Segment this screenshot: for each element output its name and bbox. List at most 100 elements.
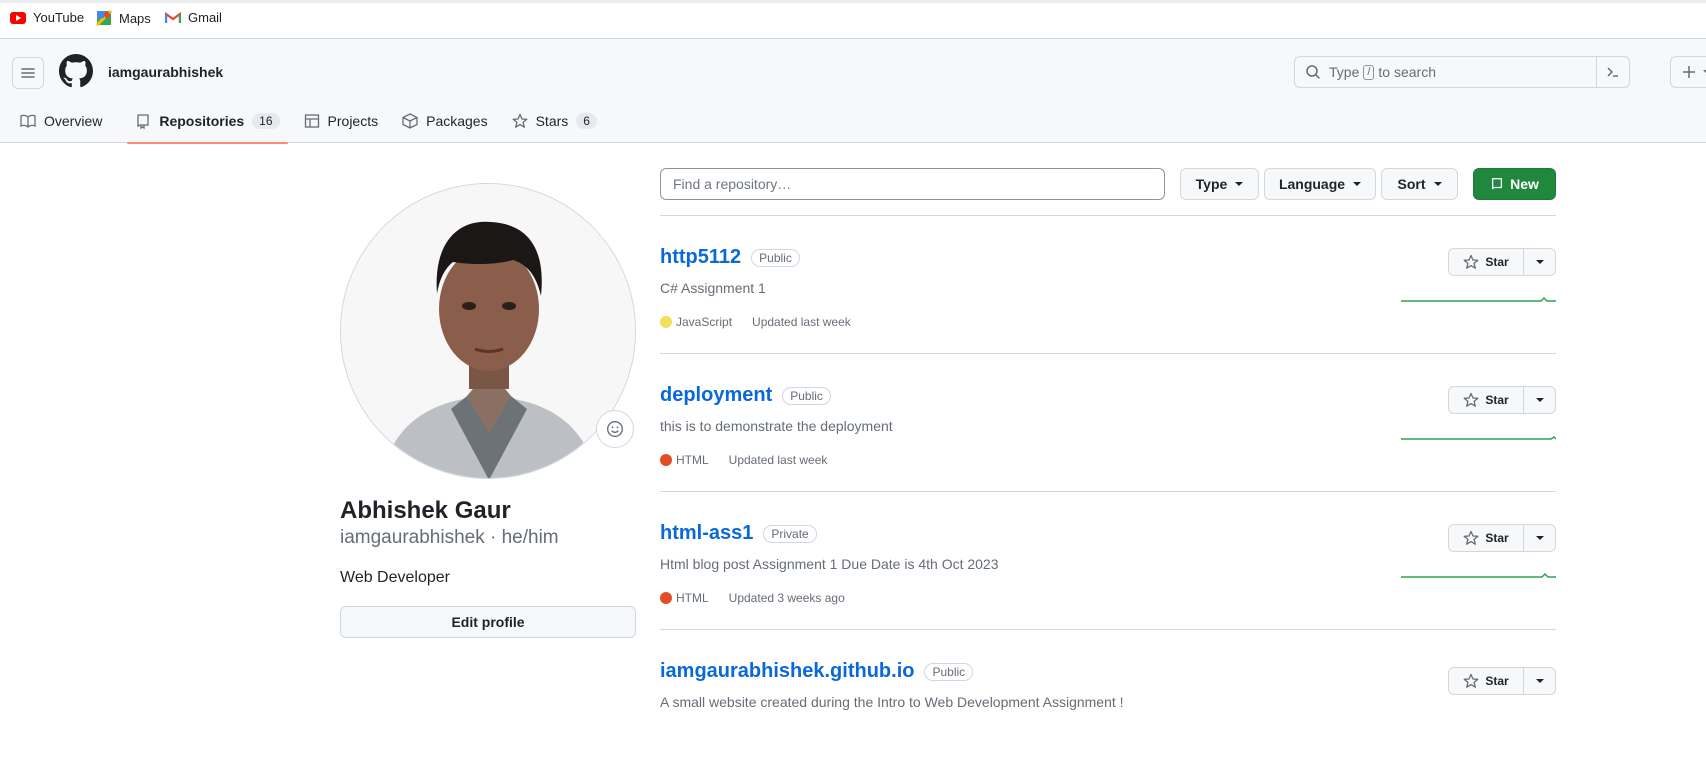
github-header: iamgaurabhishek Type / to search Overvie… [0, 39, 1706, 144]
repo-language: HTML [660, 591, 709, 605]
star-icon [1463, 392, 1479, 407]
repo-name-link[interactable]: deployment [660, 384, 772, 407]
repo-description: this is to demonstrate the deployment [660, 418, 893, 434]
repo-description: C# Assignment 1 [660, 280, 766, 296]
bookmark-label: YouTube [33, 10, 85, 25]
repo-name-link[interactable]: iamgaurabhishek.github.io [660, 660, 914, 683]
bookmarks-bar: YouTube Maps Gmail [0, 0, 1706, 39]
chevron-down-icon [1535, 398, 1544, 402]
star-list-dropdown[interactable] [1524, 668, 1555, 694]
chevron-down-icon [1433, 182, 1442, 186]
repo-name-link[interactable]: html-ass1 [660, 522, 753, 545]
star-label: Star [1485, 531, 1509, 545]
menu-button[interactable] [12, 57, 44, 89]
gmail-icon [165, 11, 181, 23]
star-button[interactable]: Star [1449, 525, 1524, 551]
terminal-icon [1607, 67, 1618, 77]
type-filter-button[interactable]: Type [1180, 168, 1259, 200]
search-placeholder-prefix: Type [1329, 64, 1360, 80]
repo-language: HTML [660, 453, 709, 467]
chevron-down-icon [1535, 260, 1544, 264]
chevron-down-icon [1353, 182, 1362, 186]
repo-name-link[interactable]: http5112 [660, 246, 741, 269]
repo-item: http5112 Public C# Assignment 1 JavaScri… [660, 216, 1556, 354]
bookmark-label: Maps [119, 10, 151, 26]
profile-full-name: Abhishek Gaur [340, 497, 511, 524]
language-filter-button[interactable]: Language [1264, 168, 1376, 200]
star-button-group: Star [1448, 667, 1556, 695]
smiley-icon [607, 421, 623, 437]
activity-sparkline [1401, 296, 1556, 302]
edit-profile-button[interactable]: Edit profile [340, 606, 636, 638]
tab-label: Repositories [159, 112, 245, 129]
tab-projects[interactable]: Projects [296, 98, 387, 143]
search-input[interactable]: Type / to search [1294, 56, 1630, 88]
maps-icon [96, 10, 112, 26]
profile-tabs: Overview Repositories 16 Projects Packag… [0, 98, 605, 144]
chevron-down-icon [1235, 182, 1244, 186]
book-icon [20, 114, 36, 128]
avatar[interactable] [340, 183, 636, 479]
tab-packages[interactable]: Packages [394, 98, 495, 143]
profile-photo [341, 184, 635, 478]
repo-item: iamgaurabhishek.github.io Public A small… [660, 634, 1556, 772]
stars-count: 6 [576, 112, 597, 129]
search-shortcut-key: / [1363, 64, 1375, 80]
visibility-badge: Public [924, 662, 974, 681]
plus-icon [1683, 66, 1695, 78]
profile-bio: Web Developer [340, 569, 450, 586]
search-placeholder-suffix: to search [1378, 64, 1437, 80]
language-label: JavaScript [676, 315, 733, 329]
sort-label: Sort [1397, 176, 1426, 192]
github-logo[interactable] [59, 54, 93, 93]
bookmark-youtube[interactable]: YouTube [10, 10, 84, 25]
youtube-icon [10, 11, 26, 24]
star-label: Star [1485, 674, 1509, 688]
star-button-group: Star [1448, 248, 1556, 276]
star-button[interactable]: Star [1449, 668, 1524, 694]
set-status-button[interactable] [596, 410, 634, 448]
visibility-badge: Private [763, 524, 817, 543]
tab-stars[interactable]: Stars 6 [504, 98, 605, 143]
sort-button[interactable]: Sort [1381, 168, 1458, 200]
repo-description: Html blog post Assignment 1 Due Date is … [660, 556, 999, 572]
find-repository-input[interactable]: Find a repository… [660, 168, 1165, 200]
star-icon [1463, 673, 1479, 688]
search-icon [1306, 65, 1320, 79]
tab-label: Packages [426, 112, 488, 129]
bookmark-maps[interactable]: Maps [96, 10, 151, 26]
new-repository-button[interactable]: New [1473, 168, 1556, 200]
create-new-button[interactable] [1670, 56, 1706, 88]
star-list-dropdown[interactable] [1524, 249, 1555, 275]
repo-item: deployment Public this is to demonstrate… [660, 354, 1556, 492]
repo-description: A small website created during the Intro… [660, 694, 1124, 710]
tab-label: Overview [44, 112, 103, 129]
bookmark-gmail[interactable]: Gmail [165, 10, 222, 25]
star-icon [1463, 530, 1479, 545]
star-list-dropdown[interactable] [1524, 387, 1555, 413]
command-palette-button[interactable] [1596, 57, 1629, 87]
visibility-badge: Public [782, 386, 831, 405]
table-icon [304, 113, 319, 128]
tab-repositories[interactable]: Repositories 16 [127, 98, 288, 144]
star-button[interactable]: Star [1449, 249, 1524, 275]
language-color-dot [660, 592, 672, 604]
language-color-dot [660, 454, 672, 466]
bookmark-label: Gmail [188, 10, 222, 25]
star-icon [1463, 254, 1479, 269]
star-button[interactable]: Star [1449, 387, 1524, 413]
repo-icon [137, 113, 150, 129]
repo-icon [1492, 178, 1503, 190]
star-button-group: Star [1448, 524, 1556, 552]
repo-updated: Updated last week [752, 315, 851, 329]
star-list-dropdown[interactable] [1524, 525, 1555, 551]
visibility-badge: Public [751, 248, 800, 267]
repo-updated: Updated last week [728, 453, 828, 467]
repo-item: html-ass1 Private Html blog post Assignm… [660, 492, 1556, 630]
repo-language: JavaScript [660, 315, 732, 329]
star-button-group: Star [1448, 386, 1556, 414]
activity-sparkline [1401, 572, 1556, 578]
type-filter-label: Type [1195, 176, 1228, 192]
header-username[interactable]: iamgaurabhishek [108, 64, 223, 80]
tab-overview[interactable]: Overview [12, 98, 110, 143]
